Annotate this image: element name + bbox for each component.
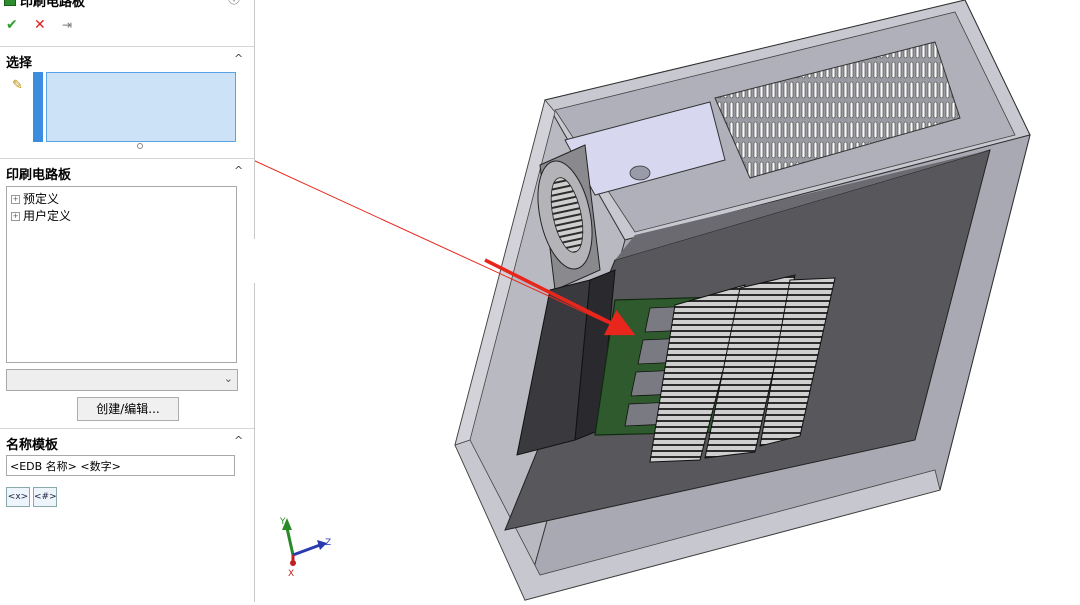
- pcb-dropdown[interactable]: ⌄: [6, 369, 238, 391]
- property-manager-panel: 印刷电路板 ⓘ ✔ ✕ ⇥ 选择 ^ ✎ 印刷电路板 ^ +预定义 +用户定义 …: [0, 0, 255, 602]
- panel-title-row: 印刷电路板 ⓘ: [0, 0, 254, 10]
- selection-active-bar: [33, 72, 43, 142]
- selection-section-title: 选择: [6, 56, 33, 71]
- create-edit-button[interactable]: 创建/编辑...: [77, 397, 179, 421]
- cancel-button[interactable]: ✕: [34, 16, 46, 34]
- tree-item-label: 用户定义: [23, 209, 72, 223]
- help-circle-icon[interactable]: ⓘ: [228, 0, 240, 7]
- axis-x-label: X: [288, 569, 294, 579]
- pin-button[interactable]: ⇥: [62, 16, 72, 34]
- divider: [0, 46, 254, 47]
- pcb-section-title: 印刷电路板: [6, 168, 72, 183]
- axis-y-label: Y: [279, 517, 286, 527]
- tree-item-predefined[interactable]: + 预定义: [11, 190, 59, 206]
- name-template-title: 名称模板: [6, 438, 59, 453]
- axis-triad[interactable]: Y Z X: [279, 517, 331, 579]
- tree-item-user-defined[interactable]: + 用户定义: [11, 207, 71, 223]
- insert-x-token-button[interactable]: <x>: [6, 487, 30, 507]
- pcb-tree[interactable]: + 预定义 + 用户定义: [6, 186, 237, 363]
- collapse-icon[interactable]: ^: [234, 164, 243, 177]
- pcb-icon: [4, 0, 16, 6]
- collapse-icon[interactable]: ^: [234, 434, 243, 447]
- graphics-viewport[interactable]: Y Z X: [204, 0, 1080, 602]
- panel-title: 印刷电路板: [20, 0, 86, 10]
- divider: [0, 158, 254, 159]
- collapse-icon[interactable]: ^: [234, 52, 243, 65]
- resize-handle[interactable]: [137, 143, 143, 149]
- action-bar: ✔ ✕ ⇥: [6, 16, 126, 34]
- component-icon: ✎: [12, 78, 23, 93]
- axis-z-label: Z: [325, 538, 331, 548]
- insert-number-token-button[interactable]: <#>: [33, 487, 57, 507]
- expand-icon[interactable]: +: [11, 212, 20, 221]
- pcb-section-header[interactable]: 印刷电路板 ^: [0, 162, 254, 183]
- tree-item-label: 预定义: [23, 192, 60, 206]
- chevron-down-icon[interactable]: ⌄: [224, 372, 233, 385]
- selection-listbox[interactable]: [46, 72, 236, 142]
- expand-icon[interactable]: +: [11, 195, 20, 204]
- model-view[interactable]: Y Z X: [204, 0, 1080, 602]
- name-template-input[interactable]: [6, 455, 235, 476]
- name-template-section-header[interactable]: 名称模板 ^: [0, 432, 254, 453]
- divider: [0, 428, 254, 429]
- selection-section-header[interactable]: 选择 ^: [0, 50, 254, 71]
- ok-button[interactable]: ✔: [6, 16, 18, 34]
